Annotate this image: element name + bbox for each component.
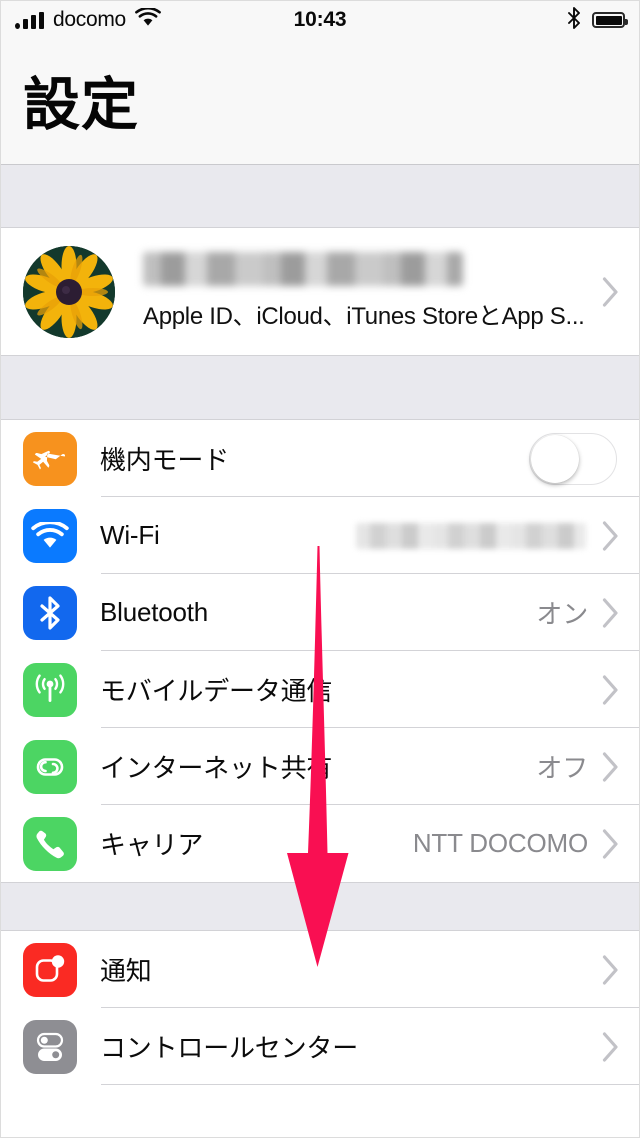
- settings-row-value: オン: [536, 599, 588, 629]
- row-separator: [101, 1084, 639, 1085]
- settings-row-label: Bluetooth: [100, 597, 209, 627]
- battery-full-icon: [592, 12, 628, 28]
- group-gap-2: [1, 882, 639, 931]
- settings-row-label: インターネット共有: [100, 753, 333, 783]
- sunflower-avatar: [23, 245, 115, 338]
- toggle-knob: [531, 434, 579, 483]
- group-gap-top: [1, 165, 639, 228]
- iphone-settings-screen: docomo 10:43 設定 Apple ID、iCloud、iTunes S…: [0, 0, 640, 1138]
- settings-row-value: NTT DOCOMO: [412, 828, 588, 858]
- settings-row-bluetooth[interactable]: Bluetooth オン: [1, 574, 639, 651]
- wifi-icon: [23, 508, 77, 563]
- settings-group-system: 通知 コントロールセンター: [1, 931, 639, 1085]
- settings-row-label: キャリア: [100, 830, 204, 860]
- apple-id-row[interactable]: Apple ID、iCloud、iTunes StoreとApp S...: [1, 228, 639, 355]
- apple-id-text: Apple ID、iCloud、iTunes StoreとApp S...: [143, 252, 602, 331]
- settings-row-label: 通知: [100, 956, 152, 986]
- settings-row-cellular[interactable]: モバイルデータ通信: [1, 651, 639, 728]
- chevron-right-icon: [602, 674, 619, 705]
- chevron-right-icon: [602, 520, 619, 551]
- settings-row-label: 機内モード: [100, 445, 230, 475]
- nav-title-bar: 設定: [1, 39, 639, 165]
- notifications-icon: [23, 942, 77, 997]
- chevron-right-icon: [602, 954, 619, 985]
- phone-icon: [23, 816, 77, 871]
- apple-id-name-redacted: [143, 252, 463, 286]
- settings-row-personal-hotspot[interactable]: インターネット共有 オフ: [1, 728, 639, 805]
- chevron-right-icon: [602, 276, 619, 307]
- settings-row-label: Wi-Fi: [100, 520, 160, 550]
- settings-row-notifications[interactable]: 通知: [1, 931, 639, 1008]
- settings-group-connectivity: 機内モード Wi-Fi Bluetooth オン モバイルデータ通信 インターネ…: [1, 420, 639, 882]
- status-bar: docomo 10:43: [1, 1, 639, 39]
- settings-row-value: オフ: [536, 753, 588, 783]
- chevron-right-icon: [602, 597, 619, 628]
- personal-hotspot-icon: [23, 739, 77, 794]
- airplane-icon: [23, 431, 77, 486]
- chevron-right-icon: [602, 1031, 619, 1062]
- chevron-right-icon: [602, 828, 619, 859]
- bluetooth-icon: [567, 6, 581, 34]
- settings-row-wifi[interactable]: Wi-Fi: [1, 497, 639, 574]
- wifi-network-name-redacted: [356, 522, 586, 549]
- bluetooth-icon: [23, 585, 77, 640]
- apple-id-subtitle: Apple ID、iCloud、iTunes StoreとApp S...: [143, 303, 585, 330]
- group-gap-1: [1, 355, 639, 420]
- page-title: 設定: [23, 73, 139, 137]
- settings-row-label: モバイルデータ通信: [100, 676, 333, 706]
- status-bar-clock: 10:43: [293, 8, 347, 31]
- settings-row-label: コントロールセンター: [100, 1033, 359, 1063]
- airplane-mode-toggle[interactable]: [529, 432, 617, 485]
- settings-row-carrier[interactable]: キャリア NTT DOCOMO: [1, 805, 639, 882]
- chevron-right-icon: [602, 751, 619, 782]
- control-center-icon: [23, 1019, 77, 1074]
- cellular-antenna-icon: [23, 662, 77, 717]
- settings-row-control-center[interactable]: コントロールセンター: [1, 1008, 639, 1085]
- status-bar-right: [567, 1, 628, 39]
- settings-row-airplane-mode[interactable]: 機内モード: [1, 420, 639, 497]
